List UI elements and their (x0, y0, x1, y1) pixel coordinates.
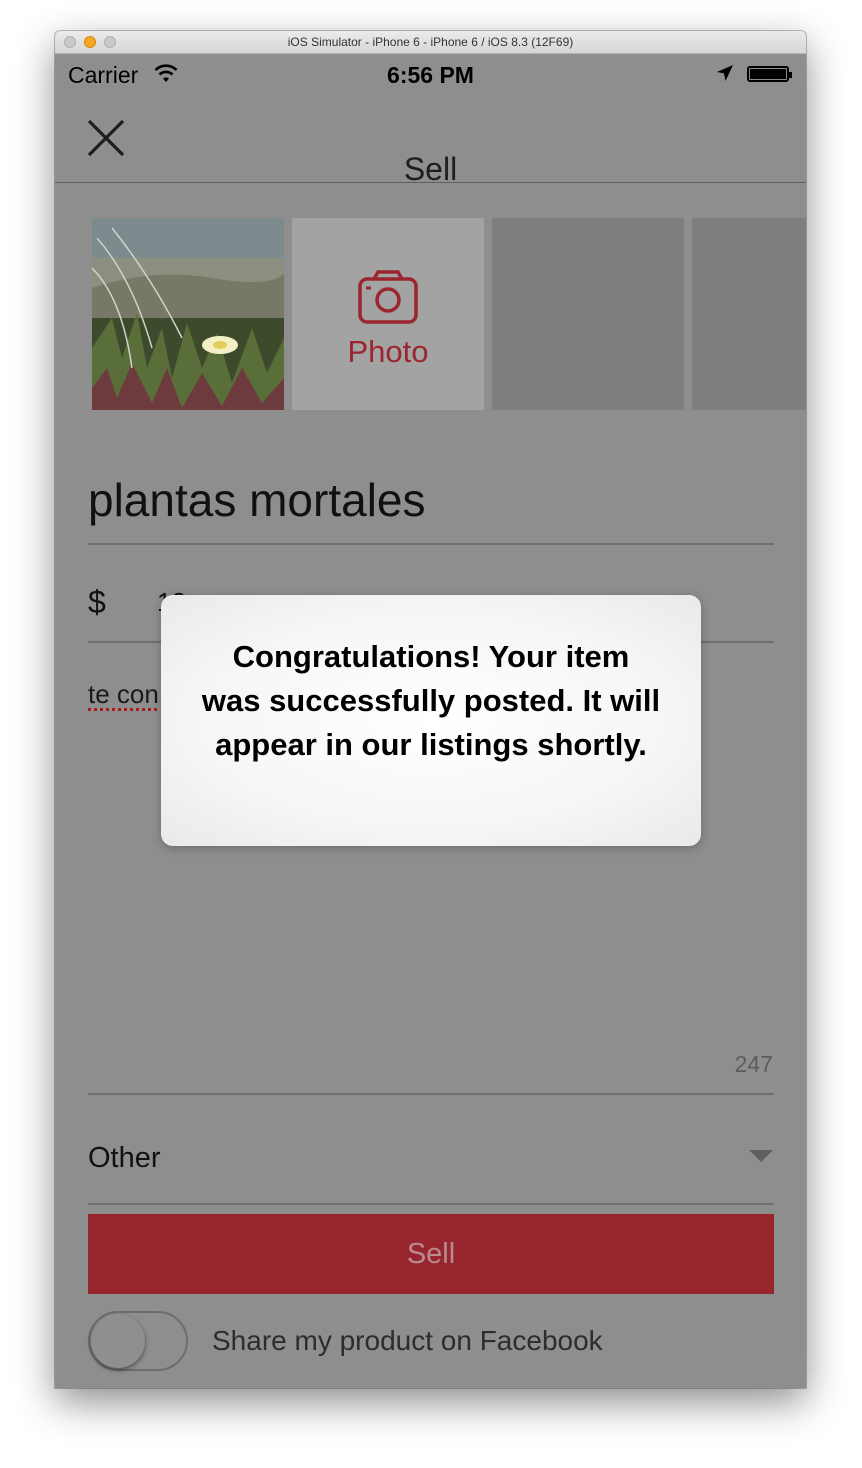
description-input[interactable]: te con (88, 679, 159, 710)
share-facebook-label: Share my product on Facebook (212, 1325, 603, 1356)
minimize-window-button[interactable] (84, 36, 96, 48)
zoom-window-button[interactable] (104, 36, 116, 48)
flower-photo (92, 218, 284, 410)
photo-strip[interactable]: Photo (55, 218, 806, 410)
window-title: iOS Simulator - iPhone 6 - iPhone 6 / iO… (287, 35, 574, 49)
currency-symbol: $ (88, 584, 106, 620)
divider (88, 543, 774, 545)
share-facebook-toggle[interactable] (88, 1311, 188, 1371)
title-input[interactable]: plantas mortales (88, 473, 426, 527)
success-alert[interactable]: Congratulations! Your item was successfu… (161, 595, 701, 846)
window-titlebar: iOS Simulator - iPhone 6 - iPhone 6 / iO… (55, 31, 806, 54)
empty-photo-slot[interactable] (692, 218, 806, 410)
sell-button[interactable]: Sell (88, 1214, 774, 1294)
photo-thumbnail[interactable] (92, 218, 284, 410)
character-counter: 247 (734, 1051, 773, 1077)
add-photo-label: Photo (347, 334, 429, 369)
status-bar: Carrier 6:56 PM (55, 54, 806, 94)
location-arrow-icon (717, 65, 733, 81)
status-time: 6:56 PM (387, 62, 474, 88)
chevron-down-icon[interactable] (749, 1150, 773, 1162)
page-title: Sell (403, 151, 458, 187)
camera-icon (358, 270, 418, 324)
empty-photo-slot[interactable] (492, 218, 684, 410)
phone-screen: Carrier 6:56 PM Sell Photo plantas morta… (55, 54, 806, 1388)
alert-message: Congratulations! Your item was successfu… (201, 639, 661, 762)
close-window-button[interactable] (64, 36, 76, 48)
category-select[interactable]: Other (88, 1142, 161, 1175)
divider (88, 1093, 774, 1095)
toggle-knob (91, 1314, 145, 1368)
battery-icon (747, 66, 792, 82)
simulator-window: iOS Simulator - iPhone 6 - iPhone 6 / iO… (55, 31, 806, 1388)
add-photo-button[interactable]: Photo (292, 218, 484, 410)
divider (88, 1203, 774, 1205)
